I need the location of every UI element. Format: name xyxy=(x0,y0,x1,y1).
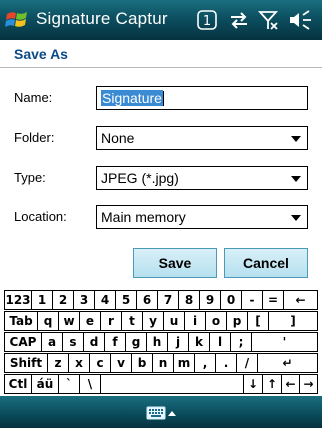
key[interactable]: s xyxy=(62,332,84,352)
title-bar: Signature Captur 1 xyxy=(0,0,322,40)
key[interactable]: ' xyxy=(251,332,318,352)
arrow-right-key[interactable]: → xyxy=(299,374,318,394)
key[interactable]: e xyxy=(79,311,101,331)
arrow-down-key[interactable]: ↓ xyxy=(243,374,263,394)
notification-one-icon[interactable]: 1 xyxy=(196,9,218,31)
folder-dropdown-value: None xyxy=(101,130,135,146)
bottom-bar xyxy=(0,396,322,428)
location-dropdown-value: Main memory xyxy=(101,209,186,225)
folder-dropdown[interactable]: None xyxy=(96,126,308,150)
key[interactable]: 6 xyxy=(136,290,158,310)
keyboard-row-3: CAP a s d f g h j k l ; ' xyxy=(4,332,318,352)
key[interactable]: 0 xyxy=(220,290,242,310)
key[interactable]: q xyxy=(37,311,59,331)
type-dropdown[interactable]: JPEG (*.jpg) xyxy=(96,166,308,190)
key[interactable]: 123 xyxy=(4,290,32,310)
key[interactable]: x xyxy=(68,353,90,373)
soft-keyboard: 123 1 2 3 4 5 6 7 8 9 0 - = ← Tab q w e … xyxy=(4,290,318,394)
key[interactable]: z xyxy=(47,353,69,373)
shift-key[interactable]: Shift xyxy=(4,353,48,373)
type-dropdown-value: JPEG (*.jpg) xyxy=(101,170,179,186)
page-title: Save As xyxy=(14,46,68,62)
keyboard-row-5: Ctl áü ` \ ↓ ↑ ← → xyxy=(4,374,318,394)
key[interactable]: v xyxy=(110,353,132,373)
space-key[interactable] xyxy=(100,374,244,394)
name-input[interactable]: Signature xyxy=(96,86,308,110)
key[interactable]: w xyxy=(58,311,80,331)
tab-key[interactable]: Tab xyxy=(4,311,38,331)
key[interactable]: , xyxy=(194,353,216,373)
key[interactable]: 2 xyxy=(52,290,74,310)
location-dropdown[interactable]: Main memory xyxy=(96,205,308,229)
key[interactable]: i xyxy=(184,311,206,331)
key[interactable]: l xyxy=(209,332,231,352)
key[interactable]: g xyxy=(125,332,147,352)
key[interactable]: . xyxy=(215,353,237,373)
name-input-value: Signature xyxy=(101,90,163,106)
key[interactable]: r xyxy=(100,311,122,331)
cancel-button[interactable]: Cancel xyxy=(224,248,308,278)
sync-icon[interactable] xyxy=(227,9,251,31)
key[interactable]: h xyxy=(146,332,168,352)
key[interactable]: o xyxy=(205,311,227,331)
location-label: Location: xyxy=(14,209,67,224)
chevron-down-icon xyxy=(291,136,301,142)
folder-label: Folder: xyxy=(14,130,55,145)
key[interactable]: p xyxy=(226,311,248,331)
arrow-left-key[interactable]: ← xyxy=(281,374,300,394)
key[interactable]: u xyxy=(163,311,185,331)
enter-key[interactable]: ↵ xyxy=(257,353,318,373)
svg-text:1: 1 xyxy=(203,14,211,29)
caps-lock-key[interactable]: CAP xyxy=(4,332,42,352)
key[interactable]: 7 xyxy=(157,290,179,310)
key[interactable]: f xyxy=(104,332,126,352)
chevron-down-icon xyxy=(291,176,301,182)
windows-start-icon[interactable] xyxy=(4,8,30,32)
key[interactable]: t xyxy=(121,311,143,331)
key[interactable]: j xyxy=(167,332,189,352)
key[interactable]: m xyxy=(173,353,195,373)
keyboard-row-4: Shift z x c v b n m , . / ↵ xyxy=(4,353,318,373)
divider xyxy=(0,67,322,68)
key[interactable]: c xyxy=(89,353,111,373)
accent-key[interactable]: áü xyxy=(31,374,59,394)
text-caret xyxy=(162,91,164,106)
backspace-key[interactable]: ← xyxy=(283,290,318,310)
key[interactable]: k xyxy=(188,332,210,352)
key[interactable]: / xyxy=(236,353,258,373)
key[interactable]: ] xyxy=(268,311,318,331)
key[interactable]: n xyxy=(152,353,174,373)
key[interactable]: y xyxy=(142,311,164,331)
key[interactable]: [ xyxy=(247,311,269,331)
app-title: Signature Captur xyxy=(36,9,168,28)
type-label: Type: xyxy=(14,170,46,185)
key[interactable]: a xyxy=(41,332,63,352)
keyboard-row-2: Tab q w e r t y u i o p [ ] xyxy=(4,311,318,331)
keyboard-toggle-icon[interactable] xyxy=(146,405,180,421)
key[interactable]: 1 xyxy=(31,290,53,310)
key[interactable]: 8 xyxy=(178,290,200,310)
key[interactable]: \ xyxy=(79,374,101,394)
arrow-up-key[interactable]: ↑ xyxy=(262,374,282,394)
key[interactable]: ; xyxy=(230,332,252,352)
key[interactable]: d xyxy=(83,332,105,352)
keyboard-row-1: 123 1 2 3 4 5 6 7 8 9 0 - = ← xyxy=(4,290,318,310)
key[interactable]: b xyxy=(131,353,153,373)
ctrl-key[interactable]: Ctl xyxy=(4,374,32,394)
chevron-down-icon xyxy=(291,215,301,221)
key[interactable]: 9 xyxy=(199,290,221,310)
save-button[interactable]: Save xyxy=(133,248,217,278)
signal-off-icon[interactable] xyxy=(258,9,280,31)
key[interactable]: ` xyxy=(58,374,80,394)
name-label: Name: xyxy=(14,90,53,105)
key[interactable]: 5 xyxy=(115,290,137,310)
volume-icon[interactable] xyxy=(287,9,313,31)
key[interactable]: 3 xyxy=(73,290,95,310)
key[interactable]: 4 xyxy=(94,290,116,310)
key[interactable]: = xyxy=(262,290,284,310)
key[interactable]: - xyxy=(241,290,263,310)
